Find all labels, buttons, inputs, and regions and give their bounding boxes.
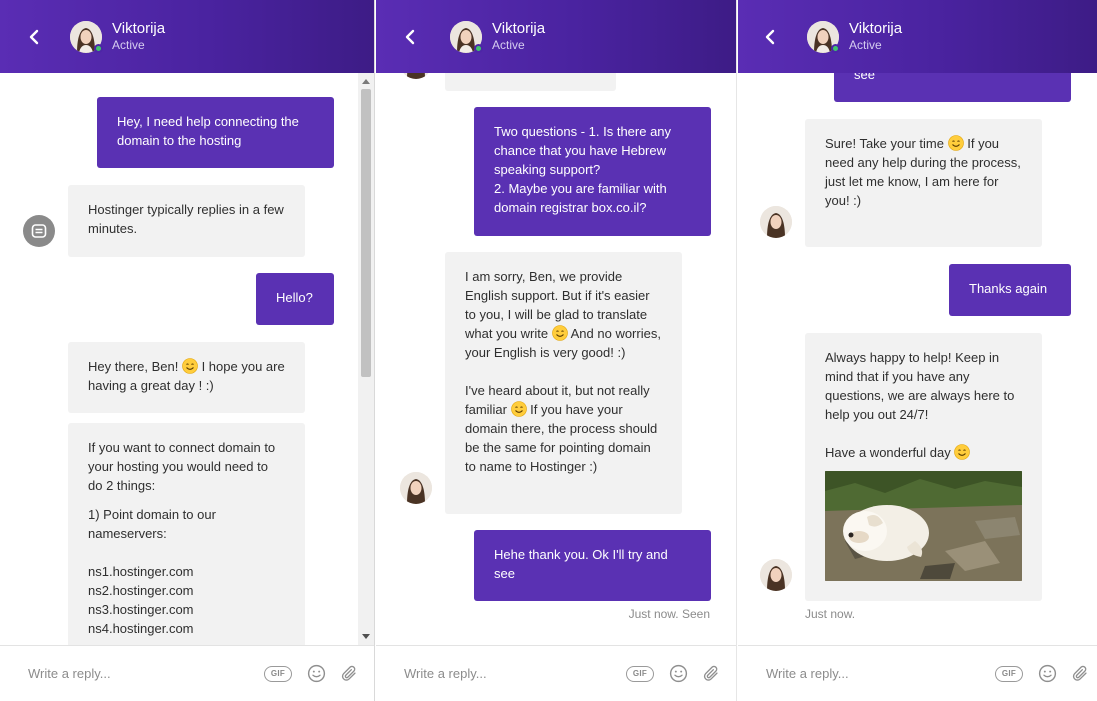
agent-status: Active	[492, 38, 525, 53]
scrollbar[interactable]	[358, 73, 374, 645]
gif-button[interactable]: GIF	[626, 665, 654, 682]
message-text: If you want to connect domain to your ho…	[88, 440, 276, 493]
scroll-thumb[interactable]	[361, 89, 371, 377]
agent-message-avatar	[760, 206, 792, 238]
message-text: Two questions - 1. Is there any chance t…	[494, 124, 672, 177]
nameserver-text: ns2.hostinger.com	[88, 583, 194, 598]
outgoing-message: see	[834, 73, 1071, 102]
chat-panel-3: Viktorija Active see Sure! Take your tim…	[738, 0, 1097, 701]
incoming-message	[445, 73, 616, 91]
grin-emoji-icon	[510, 401, 527, 417]
reply-input[interactable]: Write a reply...	[404, 666, 626, 681]
agent-message-avatar	[760, 559, 792, 591]
attachment-paperclip-icon[interactable]	[340, 664, 360, 684]
message-text: Hey, I need help connecting the domain t…	[117, 114, 299, 148]
puppy-gif-image[interactable]	[825, 471, 1022, 581]
message-text: Sure! Take your time	[825, 136, 944, 151]
chat-bot-icon	[31, 224, 47, 238]
incoming-message: I am sorry, Ben, we provide English supp…	[445, 252, 682, 514]
message-text: 2. Maybe you are familiar with domain re…	[494, 181, 667, 215]
message-text: Hello?	[276, 290, 313, 305]
agent-message-avatar	[400, 472, 432, 504]
grin-emoji-icon	[947, 135, 964, 151]
agent-status: Active	[849, 38, 882, 53]
emoji-icon[interactable]	[668, 664, 688, 684]
incoming-message: Always happy to help! Keep in mind that …	[805, 333, 1042, 601]
nameserver-text: ns3.hostinger.com	[88, 602, 194, 617]
back-arrow-icon[interactable]	[760, 27, 780, 47]
outgoing-message: Two questions - 1. Is there any chance t…	[474, 107, 711, 236]
message-timestamp: Just now.	[805, 607, 856, 621]
agent-avatar	[450, 20, 483, 53]
emoji-icon[interactable]	[1037, 664, 1057, 684]
chat-panel-1: Viktorija Active Hey, I need help connec…	[0, 0, 375, 701]
message-text: see	[854, 73, 875, 82]
message-text: Thanks again	[969, 281, 1048, 296]
gif-button[interactable]: GIF	[264, 665, 292, 682]
chat-header: Viktorija Active	[738, 0, 1097, 73]
message-list[interactable]: see Sure! Take your time If you need any…	[738, 73, 1097, 645]
emoji-icon[interactable]	[306, 664, 326, 684]
attachment-paperclip-icon[interactable]	[702, 664, 722, 684]
outgoing-message: Hey, I need help connecting the domain t…	[97, 97, 334, 168]
agent-name: Viktorija	[112, 19, 166, 37]
message-text: Hehe thank you. Ok I'll try and see	[494, 547, 668, 581]
incoming-message: Hey there, Ben! I hope you are having a …	[68, 342, 305, 413]
agent-avatar	[70, 20, 103, 53]
online-status-dot	[474, 43, 483, 53]
gif-button[interactable]: GIF	[995, 665, 1023, 682]
grin-emoji-icon	[551, 325, 568, 341]
outgoing-message: Hello?	[256, 273, 334, 325]
agent-message-avatar	[400, 73, 432, 79]
back-arrow-icon[interactable]	[24, 27, 44, 47]
message-text: Hey there, Ben!	[88, 359, 179, 374]
reply-input[interactable]: Write a reply...	[28, 666, 264, 681]
incoming-message: If you want to connect domain to your ho…	[68, 423, 305, 645]
chat-header: Viktorija Active	[376, 0, 736, 73]
message-status: Just now. Seen	[628, 607, 710, 621]
agent-status: Active	[112, 38, 145, 53]
agent-name: Viktorija	[492, 19, 546, 37]
attachment-paperclip-icon[interactable]	[1071, 664, 1091, 684]
chat-header: Viktorija Active	[0, 0, 374, 73]
reply-composer: Write a reply... GIF	[376, 645, 736, 701]
grin-emoji-icon	[954, 444, 971, 460]
online-status-dot	[831, 43, 840, 53]
message-text: Always happy to help! Keep in mind that …	[825, 350, 1015, 422]
scroll-down-arrow-icon[interactable]	[362, 634, 370, 639]
scroll-up-arrow-icon[interactable]	[362, 79, 370, 84]
message-list[interactable]: Two questions - 1. Is there any chance t…	[376, 73, 736, 645]
agent-name: Viktorija	[849, 19, 903, 37]
incoming-message: Hostinger typically replies in a few min…	[68, 185, 305, 257]
reply-input[interactable]: Write a reply...	[766, 666, 995, 681]
smile-emoji-icon	[182, 358, 198, 374]
online-status-dot	[94, 43, 103, 53]
message-list[interactable]: Hey, I need help connecting the domain t…	[0, 73, 374, 645]
message-text: Hostinger typically replies in a few min…	[88, 202, 284, 236]
outgoing-message: Hehe thank you. Ok I'll try and see	[474, 530, 711, 601]
reply-composer: Write a reply... GIF	[738, 645, 1097, 701]
back-arrow-icon[interactable]	[400, 27, 420, 47]
message-text: 1) Point domain to our nameservers:	[88, 507, 216, 541]
bot-avatar	[23, 215, 55, 247]
incoming-message: Sure! Take your time If you need any hel…	[805, 119, 1042, 247]
chat-panel-2: Viktorija Active Two questions - 1. Is t…	[376, 0, 737, 701]
agent-avatar	[807, 20, 840, 53]
outgoing-message: Thanks again	[949, 264, 1071, 316]
nameserver-text: ns4.hostinger.com	[88, 621, 194, 636]
message-text: Have a wonderful day	[825, 445, 951, 460]
reply-composer: Write a reply... GIF	[0, 645, 374, 701]
nameserver-text: ns1.hostinger.com	[88, 564, 194, 579]
